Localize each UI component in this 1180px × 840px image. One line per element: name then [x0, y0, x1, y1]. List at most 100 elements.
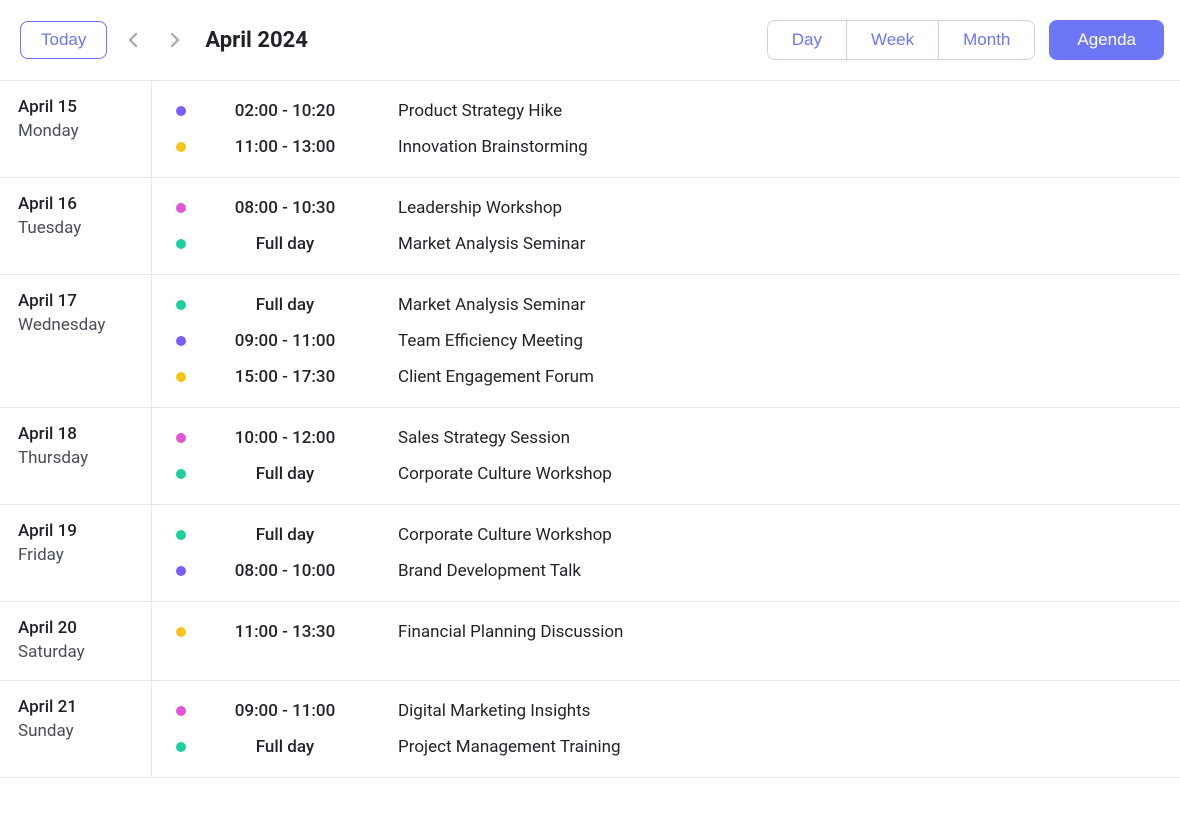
- event-title: Digital Marketing Insights: [398, 701, 590, 721]
- event-time: Full day: [200, 295, 370, 315]
- event-row[interactable]: 09:00 - 11:00 Digital Marketing Insights: [152, 693, 1180, 729]
- day-date: April 15: [18, 97, 151, 117]
- event-title: Corporate Culture Workshop: [398, 525, 612, 545]
- events-list: 10:00 - 12:00 Sales Strategy Session Full …: [152, 408, 1180, 504]
- day-block: April 20 Saturday 11:00 - 13:30 Financial P…: [0, 602, 1180, 681]
- event-color-dot: [176, 239, 186, 249]
- event-row[interactable]: 08:00 - 10:00 Brand Development Talk: [152, 553, 1180, 589]
- day-of-week: Saturday: [18, 642, 151, 662]
- calendar-root: Today April 2024 Day Week Month Agenda A…: [0, 0, 1180, 840]
- view-month-button[interactable]: Month: [939, 21, 1034, 59]
- event-time: Full day: [200, 525, 370, 545]
- view-day-button[interactable]: Day: [768, 21, 847, 59]
- day-of-week: Friday: [18, 545, 151, 565]
- event-time: 09:00 - 11:00: [200, 701, 370, 721]
- day-block: April 17 Wednesday Full day Market Analysis…: [0, 275, 1180, 408]
- day-block: April 16 Tuesday 08:00 - 10:30 Leadership W…: [0, 178, 1180, 275]
- today-button[interactable]: Today: [20, 21, 107, 59]
- event-title: Project Management Training: [398, 737, 621, 757]
- events-list: 09:00 - 11:00 Digital Marketing Insights F…: [152, 681, 1180, 777]
- next-month-button[interactable]: [161, 27, 187, 53]
- event-time: 02:00 - 10:20: [200, 101, 370, 121]
- event-title: Client Engagement Forum: [398, 367, 594, 387]
- event-row[interactable]: Full day Corporate Culture Workshop: [152, 456, 1180, 492]
- day-block: April 15 Monday 02:00 - 10:20 Product Strat…: [0, 81, 1180, 178]
- month-title: April 2024: [205, 28, 307, 53]
- event-title: Financial Planning Discussion: [398, 622, 623, 642]
- event-time: Full day: [200, 234, 370, 254]
- event-row[interactable]: 10:00 - 12:00 Sales Strategy Session: [152, 420, 1180, 456]
- event-row[interactable]: 11:00 - 13:30 Financial Planning Discussi…: [152, 614, 1180, 650]
- event-time: 10:00 - 12:00: [200, 428, 370, 448]
- event-time: 15:00 - 17:30: [200, 367, 370, 387]
- day-block: April 21 Sunday 09:00 - 11:00 Digital Marke…: [0, 681, 1180, 778]
- day-of-week: Tuesday: [18, 218, 151, 238]
- day-date: April 16: [18, 194, 151, 214]
- event-color-dot: [176, 106, 186, 116]
- day-side: April 21 Sunday: [0, 681, 152, 777]
- event-title: Leadership Workshop: [398, 198, 562, 218]
- events-list: 08:00 - 10:30 Leadership Workshop Full day…: [152, 178, 1180, 274]
- day-of-week: Wednesday: [18, 315, 151, 335]
- event-row[interactable]: 08:00 - 10:30 Leadership Workshop: [152, 190, 1180, 226]
- day-of-week: Thursday: [18, 448, 151, 468]
- event-row[interactable]: 11:00 - 13:00 Innovation Brainstorming: [152, 129, 1180, 165]
- view-switch: Day Week Month Agenda: [767, 20, 1164, 60]
- agenda-body: April 15 Monday 02:00 - 10:20 Product Strat…: [0, 80, 1180, 778]
- event-color-dot: [176, 706, 186, 716]
- day-date: April 21: [18, 697, 151, 717]
- prev-month-button[interactable]: [121, 27, 147, 53]
- events-list: 02:00 - 10:20 Product Strategy Hike 11:00 …: [152, 81, 1180, 177]
- day-date: April 17: [18, 291, 151, 311]
- view-week-button[interactable]: Week: [847, 21, 939, 59]
- day-side: April 17 Wednesday: [0, 275, 152, 407]
- event-color-dot: [176, 742, 186, 752]
- day-date: April 18: [18, 424, 151, 444]
- event-row[interactable]: 02:00 - 10:20 Product Strategy Hike: [152, 93, 1180, 129]
- event-color-dot: [176, 372, 186, 382]
- event-row[interactable]: Full day Market Analysis Seminar: [152, 226, 1180, 262]
- event-row[interactable]: 15:00 - 17:30 Client Engagement Forum: [152, 359, 1180, 395]
- event-title: Market Analysis Seminar: [398, 295, 585, 315]
- event-time: 08:00 - 10:30: [200, 198, 370, 218]
- view-agenda-button[interactable]: Agenda: [1049, 20, 1164, 60]
- event-color-dot: [176, 142, 186, 152]
- toolbar: Today April 2024 Day Week Month Agenda: [0, 0, 1180, 80]
- day-date: April 19: [18, 521, 151, 541]
- day-side: April 18 Thursday: [0, 408, 152, 504]
- event-color-dot: [176, 300, 186, 310]
- event-time: 09:00 - 11:00: [200, 331, 370, 351]
- event-title: Market Analysis Seminar: [398, 234, 585, 254]
- event-color-dot: [176, 566, 186, 576]
- event-row[interactable]: Full day Market Analysis Seminar: [152, 287, 1180, 323]
- event-time: 08:00 - 10:00: [200, 561, 370, 581]
- chevron-left-icon: [128, 32, 140, 48]
- event-time: 11:00 - 13:30: [200, 622, 370, 642]
- day-date: April 20: [18, 618, 151, 638]
- day-side: April 20 Saturday: [0, 602, 152, 680]
- event-title: Brand Development Talk: [398, 561, 581, 581]
- chevron-right-icon: [168, 32, 180, 48]
- event-row[interactable]: Full day Corporate Culture Workshop: [152, 517, 1180, 553]
- event-row[interactable]: Full dayProject Management Training: [152, 729, 1180, 765]
- event-color-dot: [176, 433, 186, 443]
- event-row[interactable]: 09:00 - 11:00 Team Efficiency Meeting: [152, 323, 1180, 359]
- day-of-week: Sunday: [18, 721, 151, 741]
- event-color-dot: [176, 530, 186, 540]
- event-title: Corporate Culture Workshop: [398, 464, 612, 484]
- event-time: 11:00 - 13:00: [200, 137, 370, 157]
- event-title: Innovation Brainstorming: [398, 137, 588, 157]
- event-time: Full day: [200, 464, 370, 484]
- view-group: Day Week Month: [767, 20, 1036, 60]
- day-side: April 19 Friday: [0, 505, 152, 601]
- day-side: April 16 Tuesday: [0, 178, 152, 274]
- events-list: Full day Corporate Culture Workshop 08:00 …: [152, 505, 1180, 601]
- day-of-week: Monday: [18, 121, 151, 141]
- event-title: Sales Strategy Session: [398, 428, 570, 448]
- event-color-dot: [176, 336, 186, 346]
- event-title: Product Strategy Hike: [398, 101, 562, 121]
- day-block: April 18 Thursday 10:00 - 12:00 Sales Strat…: [0, 408, 1180, 505]
- event-title: Team Efficiency Meeting: [398, 331, 583, 351]
- event-color-dot: [176, 469, 186, 479]
- events-list: Full day Market Analysis Seminar 09:00 - 1…: [152, 275, 1180, 407]
